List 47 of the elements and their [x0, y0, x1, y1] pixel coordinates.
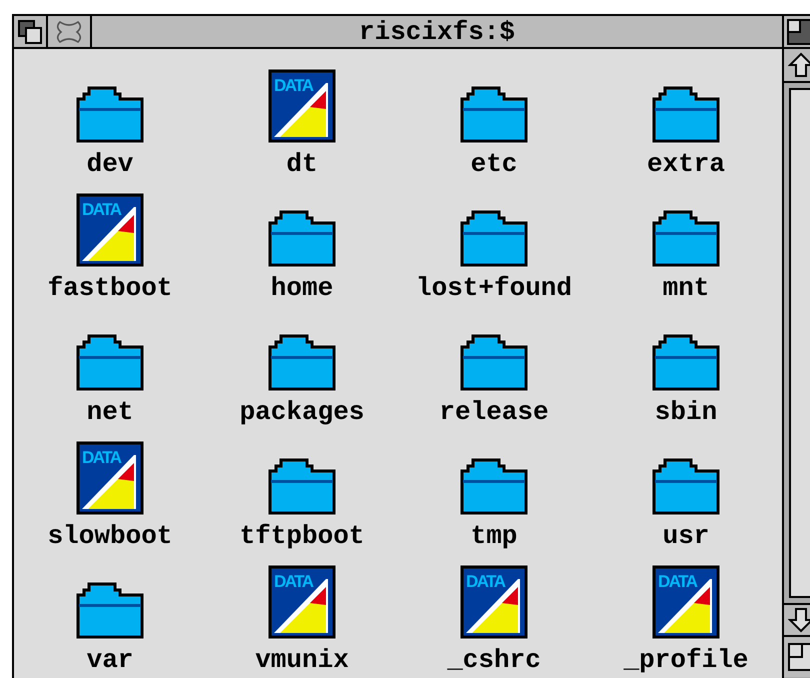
window-title: riscixfs:$ [358, 16, 516, 46]
toggle-size-button[interactable] [782, 16, 810, 47]
folder-icon [460, 333, 528, 391]
file-name[interactable]: _profile [624, 645, 748, 675]
folder-icon [268, 209, 336, 267]
folder-icon [460, 209, 528, 267]
file-name[interactable]: dev [86, 149, 134, 179]
folder-icon [76, 85, 144, 143]
up-arrow-icon [788, 52, 810, 78]
data-file-icon: DATA [268, 69, 336, 143]
file-name[interactable]: var [86, 645, 134, 675]
back-icon [18, 20, 42, 44]
file-name[interactable]: extra [646, 149, 725, 179]
file-name[interactable]: net [86, 397, 134, 427]
folder-icon [652, 85, 720, 143]
file-name[interactable]: packages [240, 397, 364, 427]
folder-icon [652, 209, 720, 267]
folder-icon [76, 333, 144, 391]
folder-icon [76, 581, 144, 639]
folder-icon [652, 333, 720, 391]
data-file-icon: DATA [268, 565, 336, 639]
close-icon [56, 18, 82, 44]
down-arrow-icon [788, 607, 810, 633]
file-name[interactable]: _cshrc [447, 645, 541, 675]
folder-icon [460, 85, 528, 143]
folder-icon [460, 457, 528, 515]
data-file-icon: DATA [76, 441, 144, 515]
file-name[interactable]: vmunix [255, 645, 349, 675]
file-name[interactable]: fastboot [48, 273, 172, 303]
file-name[interactable]: mnt [662, 273, 710, 303]
file-name[interactable]: home [270, 273, 334, 303]
file-name[interactable]: lost+found [416, 273, 572, 303]
file-name[interactable]: usr [662, 521, 710, 551]
file-name[interactable]: tmp [470, 521, 518, 551]
data-file-icon: DATA [460, 565, 528, 639]
folder-icon [652, 457, 720, 515]
file-name[interactable]: dt [286, 149, 318, 179]
data-file-icon: DATA [76, 193, 144, 267]
file-name[interactable]: slowboot [48, 521, 172, 551]
file-name[interactable]: etc [470, 149, 518, 179]
data-file-icon: DATA [652, 565, 720, 639]
folder-icon [268, 457, 336, 515]
file-name[interactable]: release [439, 397, 549, 427]
file-name[interactable]: sbin [654, 397, 718, 427]
file-name[interactable]: tftpboot [240, 521, 364, 551]
resize-icon [788, 643, 810, 671]
folder-icon [268, 333, 336, 391]
